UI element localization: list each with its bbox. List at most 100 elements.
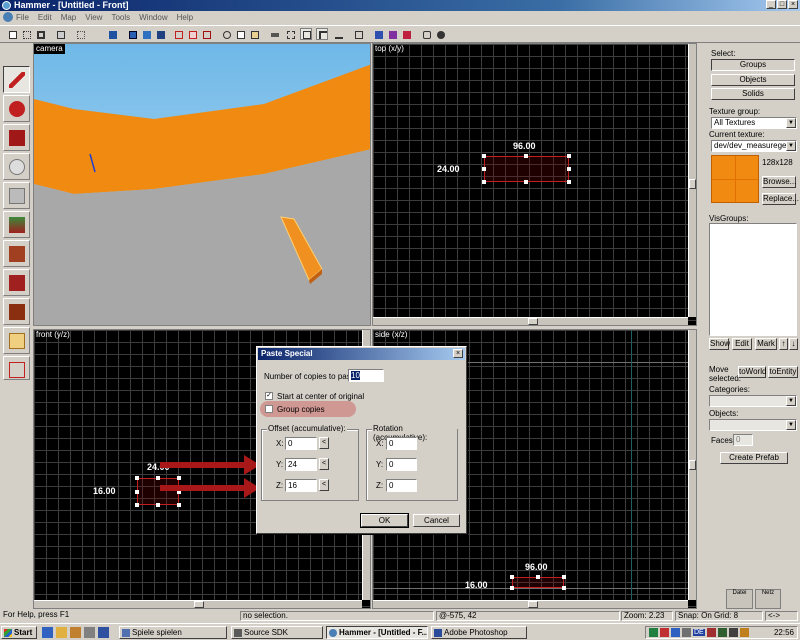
to-entity-button[interactable]: toEntity [768,366,798,378]
menu-edit[interactable]: Edit [38,13,52,22]
resize-handle[interactable] [510,586,514,590]
resize-handle[interactable] [567,154,571,158]
media-icon[interactable] [70,627,81,638]
selection-tool-icon[interactable] [3,66,30,93]
tray-drive-icon[interactable] [682,628,691,637]
copy-icon[interactable] [234,28,246,40]
chevron-down-icon[interactable]: ▼ [786,396,796,406]
resize-handle[interactable] [567,180,571,184]
resize-handle[interactable] [510,575,514,579]
offset-z-input[interactable]: 16 [285,479,317,492]
mini-tab-datei[interactable]: Datei [726,589,753,609]
visgroup-mark-button[interactable]: Mark [755,338,777,350]
chevron-down-icon[interactable]: ▼ [786,141,796,151]
side-horizontal-scrollbar[interactable] [373,600,688,608]
menu-view[interactable]: View [85,13,102,22]
visgroup-down-button[interactable]: ↓ [789,338,798,350]
tray-antivirus-icon[interactable] [660,628,669,637]
select-groups-button[interactable]: Groups [711,59,795,71]
rotation-x-input[interactable]: 0 [386,437,417,450]
task-hammer[interactable]: Hammer - [Untitled - F... [326,626,428,639]
unhide-icon[interactable] [186,28,198,40]
path-tool-icon[interactable] [3,356,30,380]
grid-2d-icon[interactable] [74,28,86,40]
rotation-z-input[interactable]: 0 [386,479,417,492]
tray-app-icon[interactable] [739,628,749,637]
minimize-button[interactable]: _ [766,0,776,9]
decal-tool-icon[interactable] [3,269,30,296]
top-brush-selection[interactable] [484,156,569,182]
top-viewport[interactable]: top (x/y) 96.00 24.00 [372,43,697,326]
side-vertical-scrollbar[interactable] [688,330,696,600]
show-all-icon[interactable] [200,28,212,40]
magnify-tool-icon[interactable] [3,95,30,122]
texture-app-icon[interactable] [332,28,344,40]
menu-map[interactable]: Map [61,13,77,22]
offset-z-pick-button[interactable]: < [319,479,329,491]
resize-handle[interactable] [482,180,486,184]
start-at-center-checkbox[interactable]: ✓ [265,392,273,400]
resize-handle[interactable] [524,180,528,184]
dialog-close-button[interactable]: × [453,349,463,358]
ungroup-icon[interactable] [140,28,152,40]
group-copies-checkbox[interactable] [265,405,273,413]
resize-handle[interactable] [135,476,139,480]
top-horizontal-scrollbar[interactable] [373,317,688,325]
visgroup-up-button[interactable]: ↑ [779,338,788,350]
compile-icon[interactable] [372,28,384,40]
tray-update-icon[interactable] [671,628,680,637]
grid-3d-icon[interactable] [54,28,66,40]
resize-handle[interactable] [562,575,566,579]
faces-field[interactable]: 0 [733,434,753,446]
folder-icon[interactable] [56,627,67,638]
resize-handle[interactable] [562,586,566,590]
select-solids-button[interactable]: Solids [711,88,795,100]
entity-tool-icon[interactable] [3,153,30,180]
menu-tools[interactable]: Tools [111,13,130,22]
to-world-button[interactable]: toWorld [738,366,766,378]
resize-handle[interactable] [482,154,486,158]
resize-handle[interactable] [536,575,540,579]
resize-handle[interactable] [135,503,139,507]
rotation-y-input[interactable]: 0 [386,458,417,471]
current-texture-select[interactable]: dev/dev_measuregene ▼ [711,140,797,152]
entity-report-icon[interactable] [420,28,432,40]
tie-entity-icon[interactable] [154,28,166,40]
camera-viewport[interactable]: camera [33,43,371,326]
start-button[interactable]: Start [1,626,37,639]
browse-button[interactable]: Browse... [762,176,796,188]
visgroup-show-button[interactable]: Show [709,338,730,350]
select-pointer-icon[interactable] [316,28,328,40]
tray-network-icon[interactable] [649,628,658,637]
close-button[interactable]: × [788,0,798,9]
run-map-icon[interactable] [434,28,446,40]
task-spiele-spielen[interactable]: Spiele spielen [119,626,227,639]
mini-tab-netz[interactable]: Netz [755,589,781,609]
cancel-button[interactable]: Cancel [413,514,460,527]
chevron-down-icon[interactable]: ▼ [786,118,796,128]
offset-y-pick-button[interactable]: < [319,458,329,470]
texture-lock-icon[interactable] [268,28,280,40]
clip-tool-icon[interactable] [3,298,30,325]
tray-app-icon[interactable] [717,628,727,637]
resize-handle[interactable] [567,167,571,171]
vertex-tool-icon[interactable] [3,327,30,354]
texture-tool-icon[interactable] [3,211,30,238]
chevron-down-icon[interactable]: ▼ [786,420,796,430]
resize-handle[interactable] [135,490,139,494]
resize-handle[interactable] [524,154,528,158]
maximize-button[interactable]: □ [777,0,787,9]
paste-icon[interactable] [248,28,260,40]
help-icon[interactable] [98,627,109,638]
grid-toggle-icon[interactable] [6,28,18,40]
ok-button[interactable]: OK [360,513,409,528]
grid-larger-icon[interactable] [34,28,46,40]
tray-volume-icon[interactable] [728,628,738,637]
hide-icon[interactable] [172,28,184,40]
carve-icon[interactable] [106,28,118,40]
resize-handle[interactable] [156,503,160,507]
resize-handle[interactable] [482,167,486,171]
offset-x-pick-button[interactable]: < [319,437,329,449]
top-vertical-scrollbar[interactable] [688,44,696,317]
visgroup-edit-button[interactable]: Edit [732,338,752,350]
